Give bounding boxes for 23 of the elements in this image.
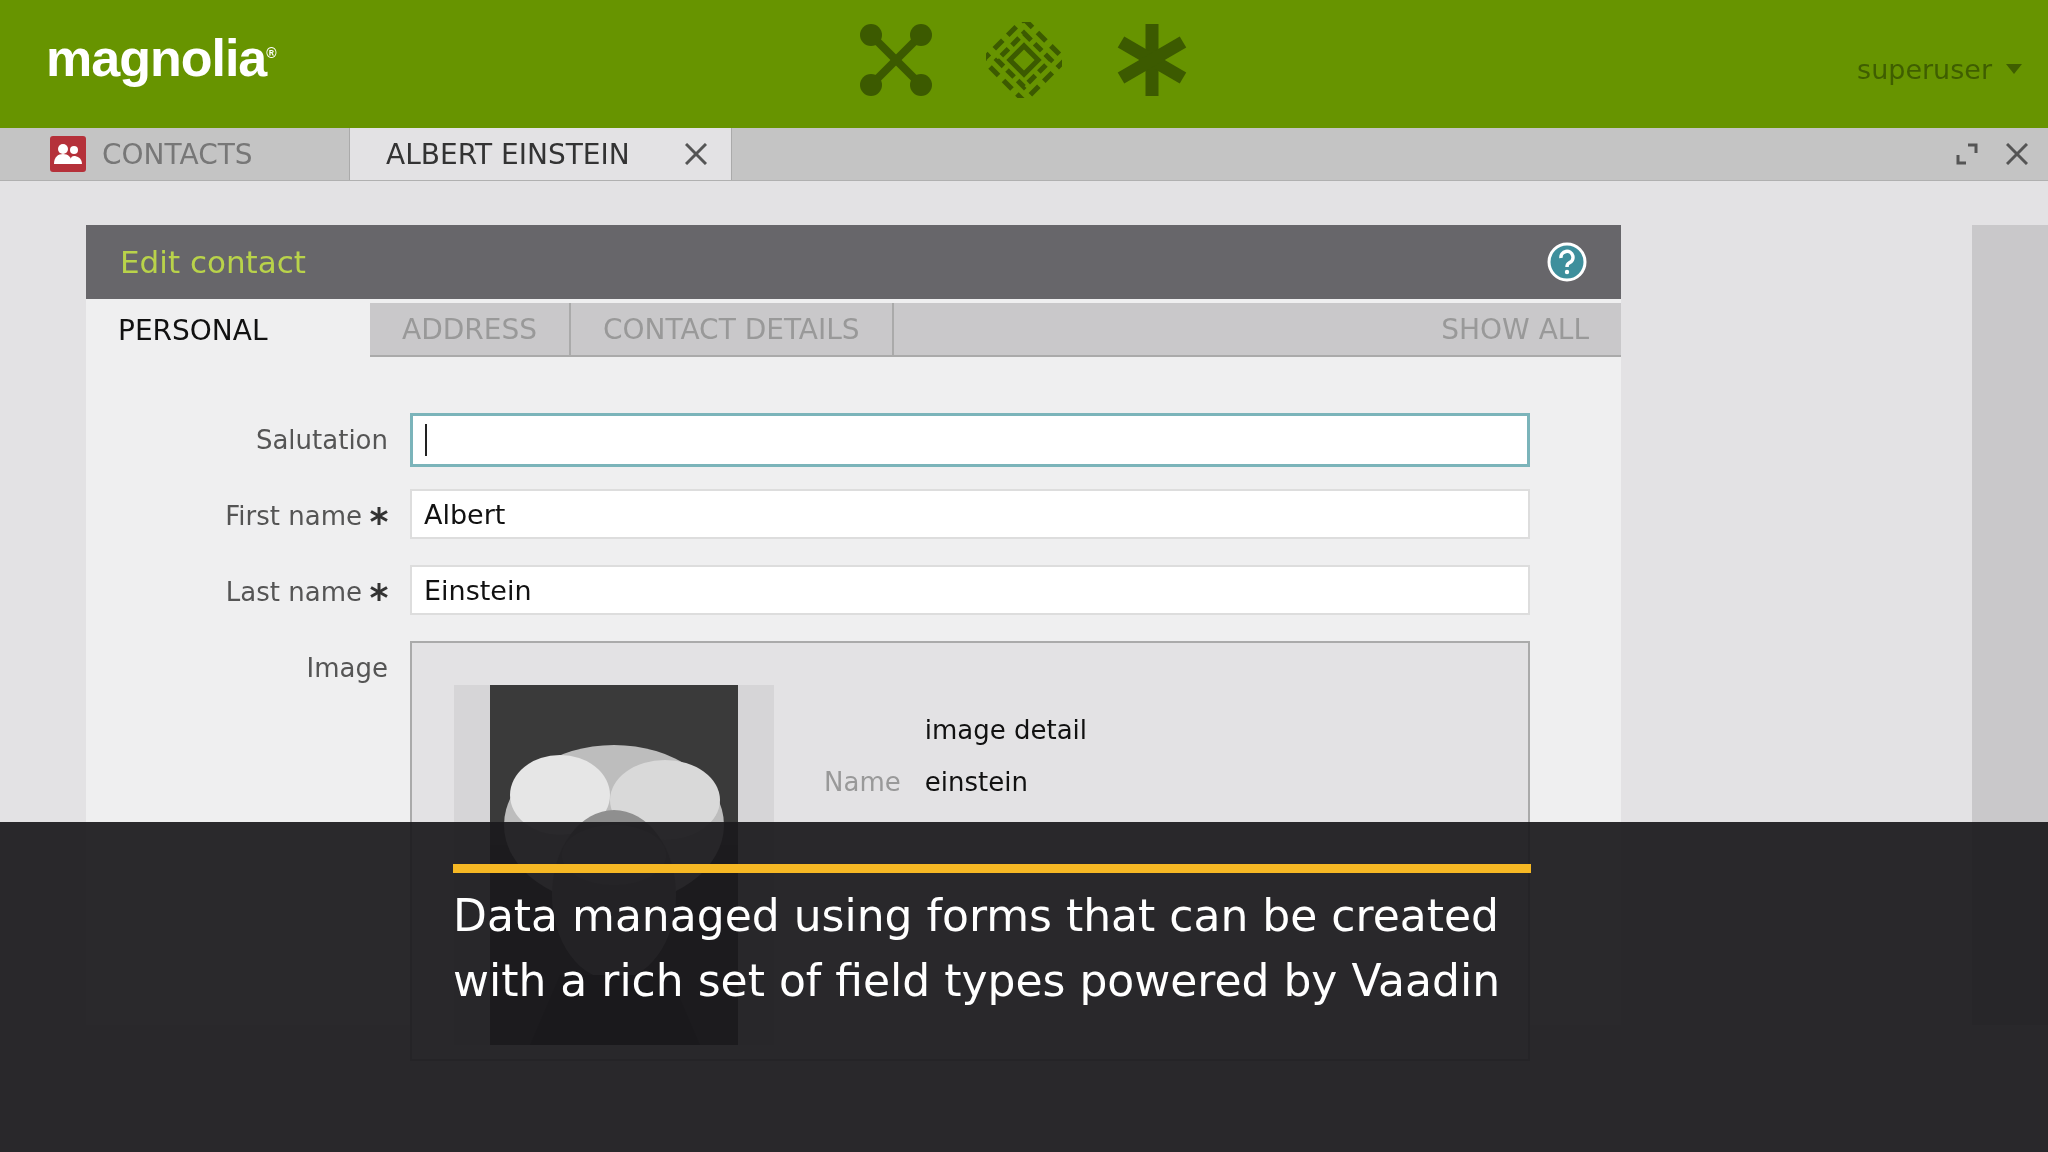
- input-field[interactable]: Einstein: [410, 565, 1530, 615]
- help-icon[interactable]: [1547, 242, 1587, 282]
- field-label: Last name: [225, 577, 362, 607]
- crossed-nodes-icon[interactable]: [858, 22, 934, 98]
- caption-text: Data managed using forms that can be created with a rich set of field types powered by Vaadin: [453, 889, 1501, 1008]
- detail-value: einstein: [924, 767, 1029, 797]
- dialog-title: Edit contact: [120, 244, 306, 280]
- logo: magnolia$^{®}$: [46, 28, 276, 88]
- diamond-pattern-icon[interactable]: [986, 22, 1062, 98]
- input-field[interactable]: [410, 413, 1530, 467]
- people-icon: [50, 136, 86, 172]
- detail-title: image detail: [924, 715, 1088, 745]
- field-label: First name: [225, 501, 362, 531]
- maximize-icon[interactable]: [1956, 143, 1978, 165]
- app-tab[interactable]: ALBERT EINSTEIN: [350, 128, 732, 180]
- field-label: Image: [306, 653, 388, 683]
- detail-label: Name: [824, 767, 901, 797]
- input-field[interactable]: Albert: [410, 489, 1530, 539]
- field-label: Salutation: [255, 425, 388, 455]
- app-tab[interactable]: CONTACTS: [0, 128, 350, 180]
- close-icon[interactable]: [2006, 143, 2028, 165]
- close-icon[interactable]: [685, 143, 707, 165]
- caret-icon[interactable]: [2006, 64, 2022, 74]
